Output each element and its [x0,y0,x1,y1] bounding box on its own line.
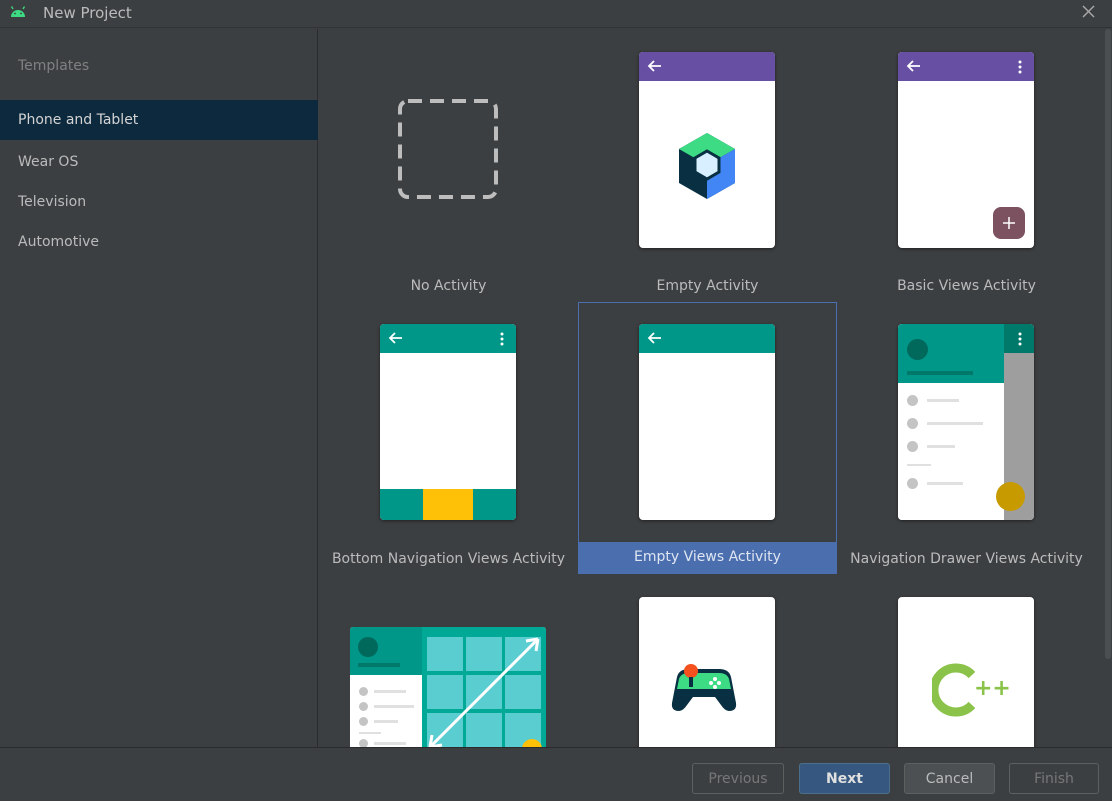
back-arrow-icon [647,332,661,344]
template-label: Empty Activity [656,278,759,294]
back-arrow-icon [906,60,920,72]
cpp-plus-text: ++ [974,676,1011,701]
cancel-button[interactable]: Cancel [904,763,995,794]
scrollbar-thumb[interactable] [1105,29,1111,659]
template-gallery: No Activity Empty Activity Basic Views A… [319,29,1104,747]
phone-preview [639,324,775,520]
template-empty-activity[interactable]: Empty Activity [578,29,837,301]
sidebar-item-wear-os[interactable]: Wear OS [0,142,318,182]
templates-sidebar: Templates Phone and Tablet Wear OS Telev… [0,29,318,747]
app-bar [380,324,516,353]
android-logo-icon [10,6,26,17]
overflow-menu-icon [500,332,504,346]
template-bottom-navigation-views-activity[interactable]: Bottom Navigation Views Activity [319,302,578,574]
cpp-icon: ++ [932,663,1011,717]
fab-plus-icon [996,482,1025,511]
drawer-header [898,324,1004,383]
fab-plus-icon [993,207,1025,239]
phone-preview [639,597,775,747]
template-label: No Activity [410,278,487,294]
template-label: Bottom Navigation Views Activity [331,551,566,567]
template-no-activity[interactable]: No Activity [319,29,578,301]
nav-drawer [898,324,1004,520]
template-game-activity[interactable] [578,575,837,747]
phone-preview [898,52,1034,248]
app-bar [1004,324,1034,353]
sidebar-item-label: Automotive [18,234,99,250]
template-label: Basic Views Activity [897,278,1036,294]
app-bar [639,52,775,81]
previous-button[interactable]: Previous [692,763,784,794]
template-empty-views-activity[interactable]: Empty Views Activity [578,302,837,574]
dialog-footer: Previous Next Cancel Finish [0,747,1112,801]
drawer-header-line [907,371,973,375]
overflow-menu-icon [1018,60,1022,74]
sidebar-item-phone-and-tablet[interactable]: Phone and Tablet [0,100,318,140]
gamepad-icon [671,664,737,711]
finish-button[interactable]: Finish [1009,763,1099,794]
template-label: Empty Views Activity [579,542,836,573]
close-icon[interactable] [1078,0,1100,24]
template-navigation-drawer-views-activity[interactable]: Navigation Drawer Views Activity [837,302,1096,574]
overflow-menu-icon [1018,332,1022,346]
sidebar-item-label: Phone and Tablet [18,112,139,128]
bottom-nav-bar [380,489,516,520]
sidebar-item-television[interactable]: Television [0,182,318,222]
template-label: Navigation Drawer Views Activity [850,551,1083,567]
template-native-cpp[interactable]: ++ [837,575,1096,747]
avatar [907,339,928,360]
next-button[interactable]: Next [799,763,890,794]
bottom-nav-selected-item [423,489,473,520]
app-bar [639,324,775,353]
templates-section-label: Templates [18,58,90,74]
phone-preview [898,324,1034,520]
sidebar-item-automotive[interactable]: Automotive [0,222,318,262]
back-arrow-icon [388,332,402,344]
app-bar [898,52,1034,81]
phone-preview [380,324,516,520]
vertical-scrollbar[interactable] [1104,29,1112,747]
sidebar-item-label: Television [18,194,87,210]
dashed-square-icon [398,99,498,199]
phone-preview: ++ [898,597,1034,747]
window-title: New Project [43,4,132,22]
sidebar-item-label: Wear OS [18,154,79,170]
template-responsive-views-activity[interactable] [319,575,578,747]
compose-hexagon-icon [679,133,735,199]
title-bar: New Project [0,0,1112,28]
back-arrow-icon [647,60,661,72]
template-basic-views-activity[interactable]: Basic Views Activity [837,29,1096,301]
phone-preview [639,52,775,248]
responsive-grid-icon [350,627,546,747]
